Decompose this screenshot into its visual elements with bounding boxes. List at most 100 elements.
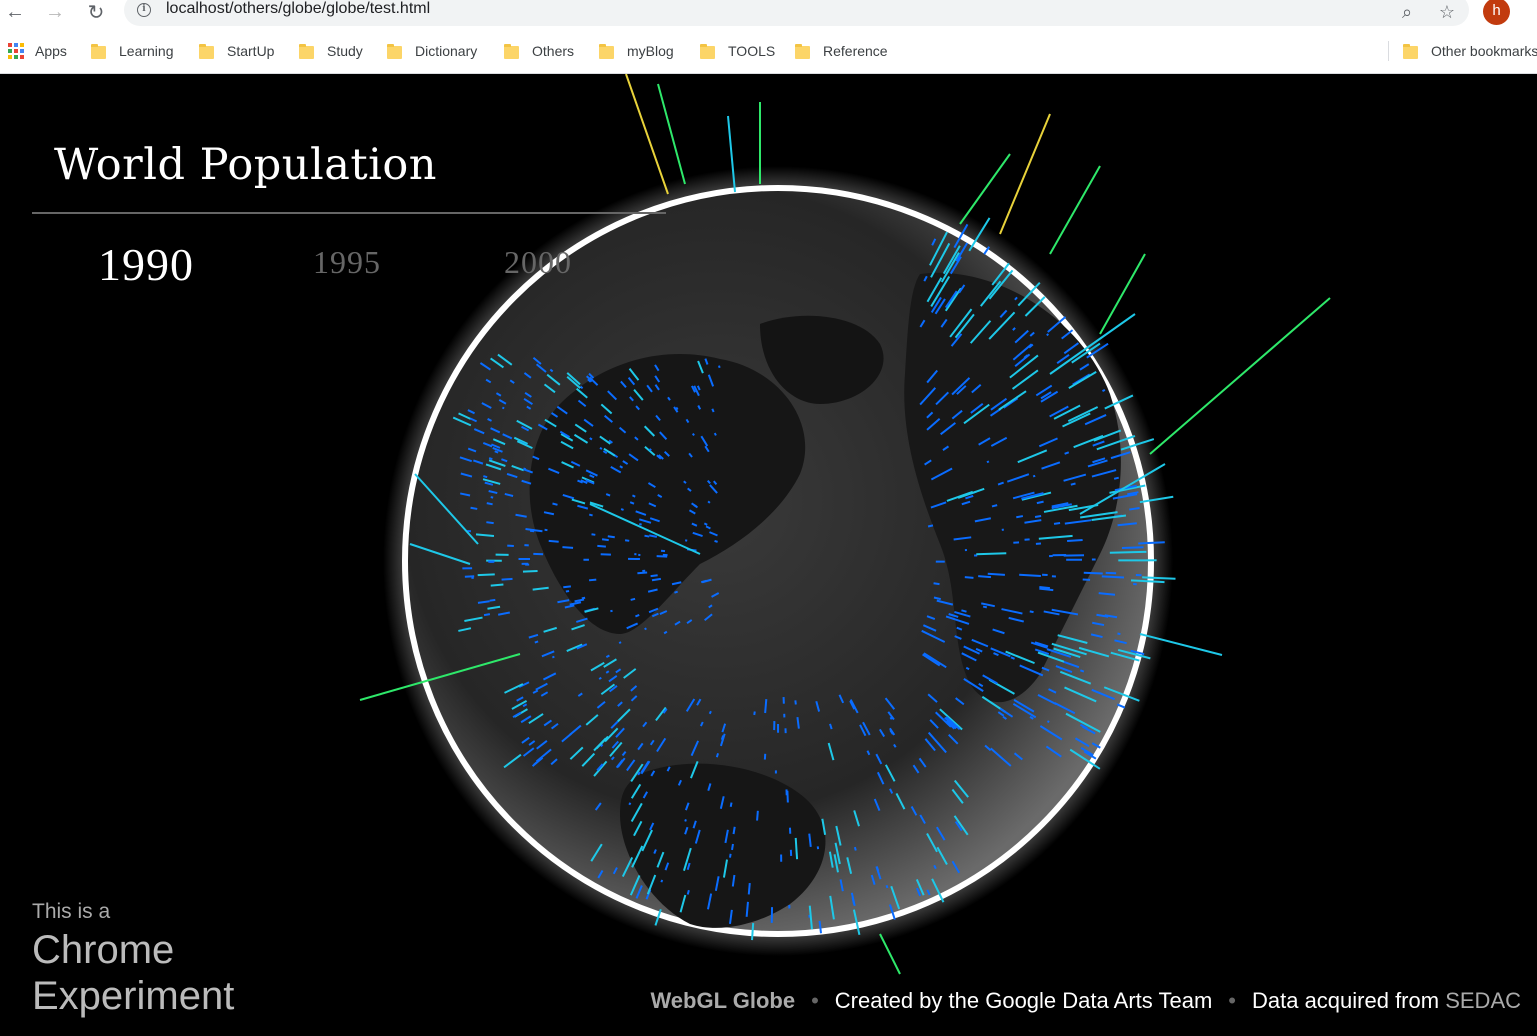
webgl-globe-link[interactable]: WebGL Globe [650,988,795,1013]
population-bar [607,535,615,539]
population-bar [620,508,624,511]
population-spike [1149,297,1331,455]
population-bar [563,585,572,589]
footer-separator: • [1228,988,1236,1013]
population-bar [707,500,711,504]
population-bar [751,922,755,941]
address-bar[interactable]: i localhost/others/globe/globe/test.html… [124,0,1469,26]
population-bar [629,501,635,505]
bookmark-myblog[interactable]: myBlog [599,40,674,62]
population-bar [494,450,499,454]
population-bar [588,513,593,517]
population-spike [1049,165,1101,255]
forward-arrow-icon[interactable]: → [42,0,68,24]
population-bar [644,534,650,538]
population-bar [588,578,597,582]
population-bar [731,843,734,851]
population-bar [660,879,664,883]
population-bar [477,573,495,577]
sedac-link[interactable]: SEDAC [1445,988,1521,1013]
population-bar [965,666,970,671]
bookmark-label: myBlog [627,43,674,59]
chrome-experiment-line-chrome: Chrome [32,928,175,972]
population-bar [581,596,586,600]
population-bar [1034,514,1042,518]
population-bar [964,576,974,579]
bookmark-study[interactable]: Study [299,40,363,62]
population-bar [610,609,613,613]
year-1995-tab[interactable]: 1995 [313,244,381,281]
back-arrow-icon[interactable]: ← [2,0,28,24]
chrome-experiment-prefix[interactable]: This is a [32,900,110,924]
population-bar [597,544,606,548]
title-divider [32,212,666,214]
population-bar [551,655,555,659]
bookmark-star-icon[interactable]: ☆ [1436,1,1458,23]
population-bar [1019,573,1041,578]
population-bar [589,437,593,441]
population-bar [1138,541,1165,545]
population-bar [718,365,721,369]
population-bar [889,716,893,720]
population-bar [1101,575,1125,579]
population-spike [879,933,901,975]
population-bar [991,504,998,508]
population-bar [470,506,478,510]
population-bar [1032,474,1036,478]
population-bar [747,882,751,895]
population-bar [486,521,494,525]
population-bar [648,448,652,452]
folder-icon [387,43,402,59]
population-bar [644,627,647,631]
population-bar [1079,669,1085,673]
bookmark-label: StartUp [227,43,275,59]
population-bar [605,670,610,674]
population-bar [715,752,720,758]
population-spike [657,83,686,185]
zoom-icon[interactable]: ⌕ [1396,1,1418,23]
bookmark-learning[interactable]: Learning [91,40,174,62]
folder-icon [700,43,715,59]
data-source-prefix: Data acquired from [1251,988,1440,1013]
year-1990-tab[interactable]: 1990 [98,238,194,291]
url-text[interactable]: localhost/others/globe/globe/test.html [166,0,430,18]
reload-icon[interactable]: ↻ [83,0,109,24]
population-bar [853,846,857,851]
profile-avatar[interactable]: h [1483,0,1510,25]
bookmark-other-bookmarks[interactable]: Other bookmarks [1403,40,1537,62]
globe-visualization[interactable] [0,74,1537,1036]
bookmark-startup[interactable]: StartUp [199,40,274,62]
population-bar [1070,482,1076,486]
site-info-icon[interactable]: i [137,3,151,17]
bookmark-dictionary[interactable]: Dictionary [387,40,477,62]
population-bar [490,583,504,587]
year-2000-tab[interactable]: 2000 [504,244,572,281]
bookmark-others[interactable]: Others [504,40,574,62]
population-bar [686,889,690,895]
population-bar [756,810,759,821]
population-bar [635,613,640,618]
bookmark-tools[interactable]: TOOLS [700,40,775,62]
bookmark-label: Apps [35,43,67,59]
webgl-stage[interactable]: World Population 1990 1995 2000 This is … [0,74,1537,1036]
chrome-experiment-logo[interactable]: Chrome Experiment [32,927,234,1019]
folder-icon [91,43,106,59]
google-data-arts-credit[interactable]: Created by the Google Data Arts Team [835,988,1212,1013]
population-bar [483,613,491,617]
footer-separator: • [811,988,819,1013]
bookmark-label: Learning [119,43,174,59]
population-bar [1016,515,1024,519]
population-bar [632,494,636,498]
bookmark-apps[interactable]: Apps [8,40,67,62]
population-bar [976,552,1007,556]
population-bar [745,901,749,917]
population-bar [978,575,992,579]
population-bar [1083,571,1103,575]
bookmark-reference[interactable]: Reference [795,40,888,62]
population-bar [982,605,988,609]
population-bar [618,641,622,645]
population-bar [1113,476,1119,480]
population-bar [598,676,602,680]
bookmark-label: Dictionary [415,43,478,59]
population-bar [684,819,687,822]
